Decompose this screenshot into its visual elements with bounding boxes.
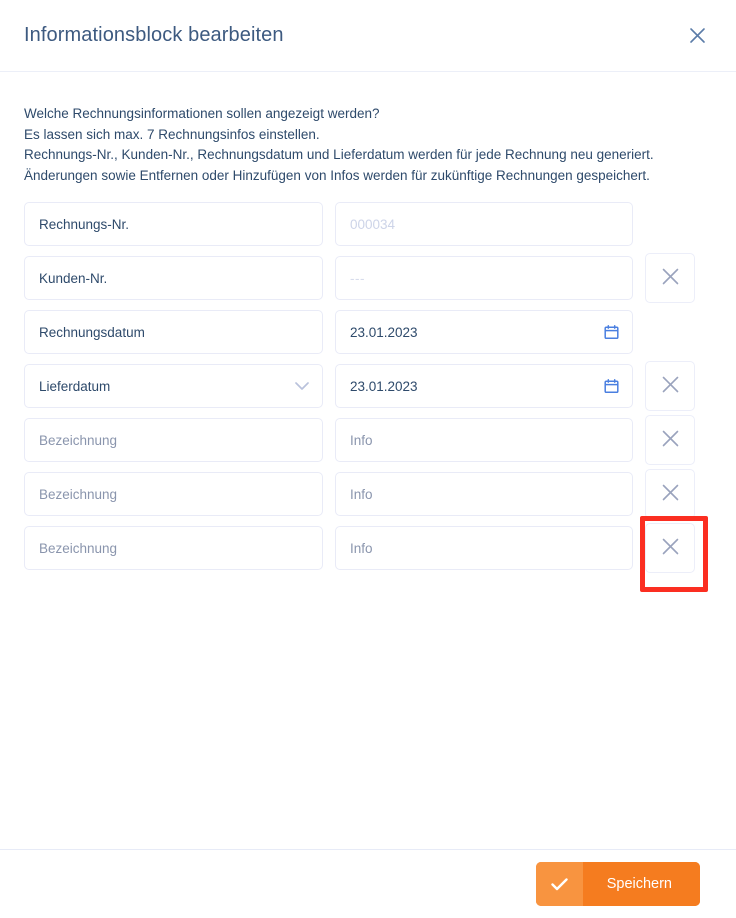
info-value-date-input[interactable]: 23.01.2023 — [335, 364, 633, 408]
close-icon — [661, 429, 680, 451]
close-icon — [661, 537, 680, 559]
info-value-input[interactable]: 000034 — [335, 202, 633, 246]
info-row: Kunden-Nr. --- — [24, 253, 712, 303]
info-value-input[interactable]: Info — [335, 472, 633, 516]
dialog-footer: Speichern — [0, 849, 736, 918]
info-value-date-input[interactable]: 23.01.2023 — [335, 310, 633, 354]
edit-information-block-dialog: Informationsblock bearbeiten Welche Rech… — [0, 0, 736, 918]
intro-line-2: Es lassen sich max. 7 Rechnungsinfos ein… — [24, 126, 320, 142]
info-label-text: Kunden-Nr. — [39, 270, 108, 286]
info-label-text: Bezeichnung — [39, 540, 118, 556]
info-row: Rechnungs-Nr. 000034 — [24, 202, 712, 246]
info-value-text: 23.01.2023 — [350, 324, 418, 340]
save-button[interactable]: Speichern — [535, 862, 700, 906]
info-value-text: 000034 — [350, 216, 396, 232]
info-value-input[interactable]: --- — [335, 256, 633, 300]
calendar-icon[interactable] — [604, 324, 619, 340]
remove-info-button[interactable] — [645, 361, 695, 411]
intro-line-3: Rechnungs-Nr., Kunden-Nr., Rechnungsdatu… — [24, 147, 654, 162]
info-label-input[interactable]: Rechnungs-Nr. — [24, 202, 323, 246]
info-row: Lieferdatum 23.01.2023 — [24, 361, 712, 411]
remove-info-button[interactable] — [645, 415, 695, 465]
check-icon — [535, 862, 583, 906]
info-value-text: --- — [350, 270, 365, 286]
save-button-label: Speichern — [582, 862, 700, 906]
close-icon — [661, 267, 680, 289]
info-label-text: Lieferdatum — [39, 378, 111, 394]
page-title: Informationsblock bearbeiten — [24, 24, 284, 46]
intro-line-4: Änderungen sowie Entfernen oder Hinzufüg… — [24, 167, 650, 183]
remove-button-placeholder — [645, 199, 695, 249]
info-value-text: Info — [350, 486, 373, 502]
remove-info-button[interactable] — [645, 253, 695, 303]
info-label-input[interactable]: Rechnungsdatum — [24, 310, 323, 354]
close-icon — [661, 483, 680, 505]
remove-info-button[interactable] — [645, 469, 695, 519]
info-label-input[interactable]: Kunden-Nr. — [24, 256, 323, 300]
info-value-text: Info — [350, 432, 373, 448]
info-label-text: Bezeichnung — [39, 432, 118, 448]
intro-line-1: Welche Rechnungsinformationen sollen ang… — [24, 106, 380, 121]
info-row: Rechnungsdatum 23.01.2023 — [24, 310, 712, 354]
close-icon — [661, 375, 680, 397]
info-row: Bezeichnung Info — [24, 516, 712, 592]
info-value-text: Info — [350, 540, 373, 556]
info-label-text: Rechnungsdatum — [39, 324, 145, 340]
remove-button-placeholder — [645, 307, 695, 357]
info-value-text: 23.01.2023 — [350, 378, 418, 394]
info-value-input[interactable]: Info — [335, 418, 633, 462]
remove-info-button[interactable] — [640, 516, 708, 592]
chevron-down-icon — [295, 382, 309, 391]
calendar-icon[interactable] — [604, 378, 619, 394]
info-row: Bezeichnung Info — [24, 415, 712, 465]
dialog-header: Informationsblock bearbeiten — [0, 0, 736, 72]
dialog-body: Welche Rechnungsinformationen sollen ang… — [0, 72, 736, 849]
info-label-input[interactable]: Bezeichnung — [24, 418, 323, 462]
info-label-input[interactable]: Bezeichnung — [24, 526, 323, 570]
info-value-input[interactable]: Info — [335, 526, 633, 570]
info-label-text: Bezeichnung — [39, 486, 118, 502]
intro-text: Welche Rechnungsinformationen sollen ang… — [24, 104, 712, 186]
close-button[interactable] — [680, 19, 714, 53]
info-rows: Rechnungs-Nr. 000034 Kunden-Nr. --- Rechnung… — [24, 202, 712, 592]
info-label-input[interactable]: Bezeichnung — [24, 472, 323, 516]
info-label-select[interactable]: Lieferdatum — [24, 364, 323, 408]
close-icon — [689, 27, 706, 44]
info-label-text: Rechnungs-Nr. — [39, 216, 130, 232]
info-row: Bezeichnung Info — [24, 469, 712, 519]
